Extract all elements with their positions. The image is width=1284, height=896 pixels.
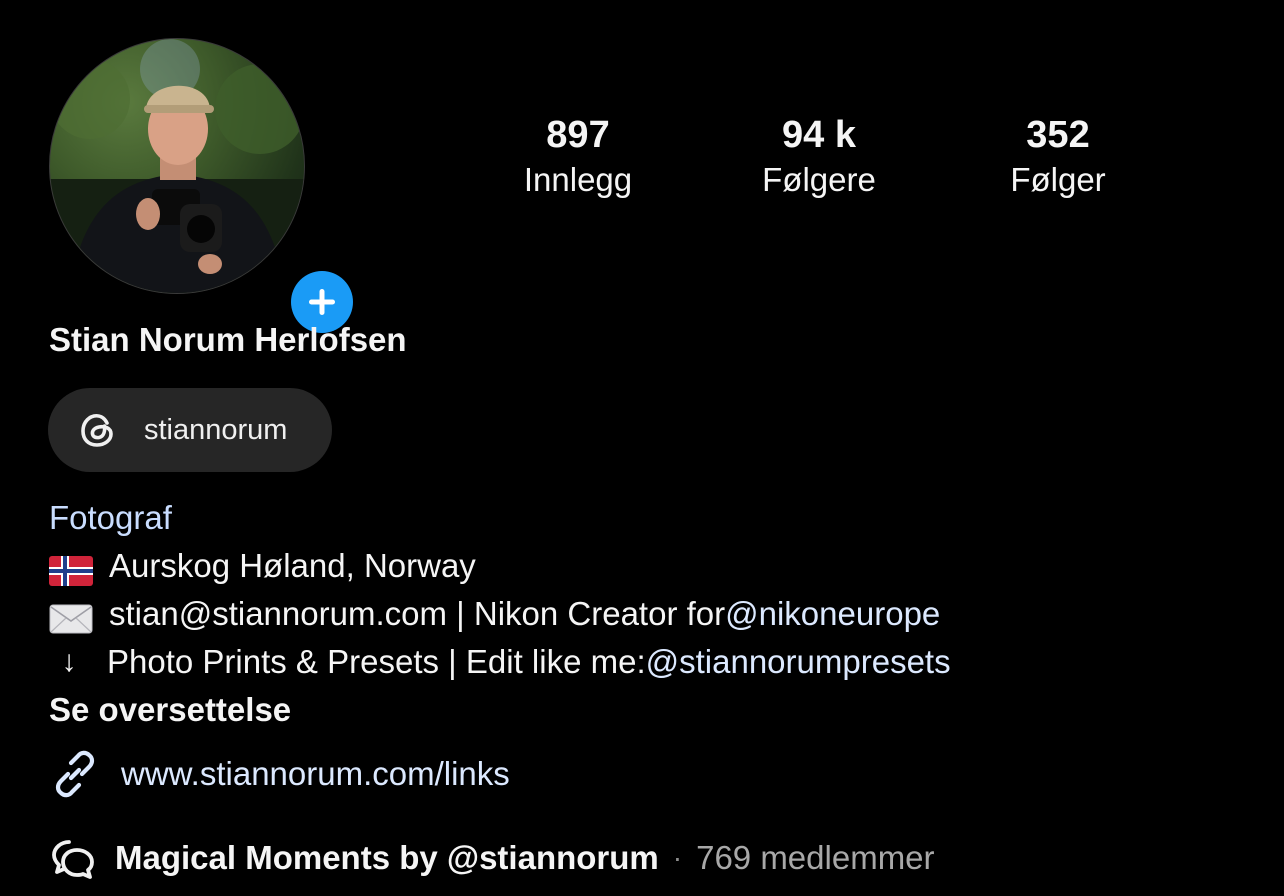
arrow-down-icon: ↓ [61, 645, 77, 678]
bio-presets-line: ↓ Photo Prints & Presets | Edit like me:… [49, 638, 951, 686]
separator-dot: · [672, 842, 683, 873]
bio-location: Aurskog Høland, Norway [109, 547, 476, 584]
broadcast-channel-name: Magical Moments by @stiannorum [115, 839, 659, 876]
profile-photo-icon [50, 39, 304, 293]
broadcast-channel[interactable]: Magical Moments by @stiannorum · 769 med… [49, 834, 935, 882]
posts-count: 897 [546, 114, 610, 156]
followers-stat[interactable]: 94 k Følgere [719, 112, 919, 202]
profile-full-name: Stian Norum Herlofsen [49, 321, 407, 358]
external-link[interactable]: www.stiannorum.com/links [49, 748, 510, 800]
following-stat[interactable]: 352 Følger [958, 112, 1158, 202]
avatar-container [49, 38, 357, 337]
threads-icon [76, 408, 120, 452]
profile-category: Fotograf [49, 499, 172, 536]
bio-email-text: stian@stiannorum.com | Nikon Creator for [109, 595, 726, 632]
broadcast-channel-icon [49, 834, 97, 882]
profile-bio: Fotograf Aurskog Høland, Norway stian@st… [49, 494, 951, 734]
mention-link-stiannorumpresets[interactable]: @stiannorumpresets [646, 638, 951, 686]
bio-email-line: stian@stiannorum.com | Nikon Creator for… [49, 590, 951, 638]
broadcast-channel-members: 769 medlemmer [696, 839, 935, 876]
followers-label: Følgere [762, 161, 876, 198]
plus-icon [309, 289, 335, 315]
avatar[interactable] [49, 38, 305, 294]
mention-link-nikoneurope[interactable]: @nikoneurope [725, 590, 940, 638]
posts-label: Innlegg [523, 161, 633, 198]
norway-flag-icon [49, 551, 93, 586]
bio-presets-text: Photo Prints & Presets | Edit like me: [107, 643, 646, 680]
following-count: 352 [1026, 114, 1090, 156]
threads-badge-button[interactable]: stiannorum [48, 388, 332, 472]
link-icon [49, 748, 101, 800]
external-link-url: www.stiannorum.com/links [121, 755, 510, 792]
followers-count: 94 k [782, 114, 856, 156]
threads-username: stiannorum [144, 413, 288, 446]
see-translation-link[interactable]: Se oversettelse [49, 686, 291, 734]
following-label: Følger [1010, 161, 1106, 198]
posts-stat[interactable]: 897 Innlegg [478, 112, 678, 202]
bio-location-line: Aurskog Høland, Norway [49, 542, 951, 590]
profile-header: 897 Innlegg 94 k Følgere 352 Følger Stia… [0, 0, 1284, 896]
envelope-icon [49, 599, 93, 634]
